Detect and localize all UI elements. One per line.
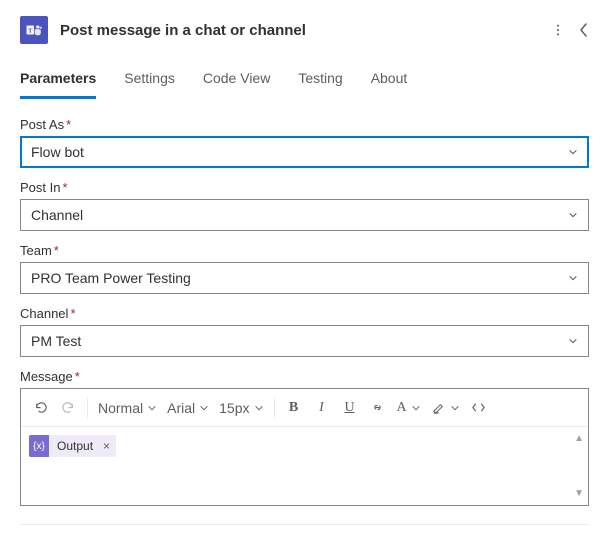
post-in-select[interactable]: Channel <box>20 199 589 231</box>
dynamic-token[interactable]: {x} Output × <box>29 435 116 457</box>
post-in-label: Post In* <box>20 180 589 195</box>
team-value: PRO Team Power Testing <box>31 270 191 286</box>
rte-toolbar: Normal Arial 15px B I U A <box>21 389 588 427</box>
collapse-icon[interactable] <box>579 23 589 37</box>
post-as-value: Flow bot <box>31 144 84 160</box>
link-button[interactable] <box>365 393 391 423</box>
underline-button[interactable]: U <box>337 393 363 423</box>
font-size-select[interactable]: 15px <box>215 393 267 423</box>
chevron-down-icon <box>568 270 578 286</box>
token-icon: {x} <box>29 435 49 457</box>
section-divider <box>20 524 589 525</box>
channel-label: Channel* <box>20 306 589 321</box>
paragraph-style-select[interactable]: Normal <box>94 393 161 423</box>
bold-button[interactable]: B <box>281 393 307 423</box>
undo-button[interactable] <box>27 393 53 423</box>
redo-button[interactable] <box>55 393 81 423</box>
chevron-down-icon <box>568 144 578 160</box>
token-label: Output <box>49 439 101 453</box>
card-title: Post message in a chat or channel <box>60 22 539 39</box>
message-body[interactable]: {x} Output × ▲ ▼ <box>21 427 588 505</box>
message-label: Message* <box>20 369 589 384</box>
chevron-down-icon <box>568 333 578 349</box>
team-select[interactable]: PRO Team Power Testing <box>20 262 589 294</box>
channel-value: PM Test <box>31 333 81 349</box>
scroll-down-icon: ▼ <box>574 488 584 499</box>
post-in-value: Channel <box>31 207 83 223</box>
font-family-select[interactable]: Arial <box>163 393 213 423</box>
font-color-button[interactable]: A <box>393 393 425 423</box>
token-remove-icon[interactable]: × <box>101 439 116 453</box>
svg-text:T: T <box>28 27 33 34</box>
channel-select[interactable]: PM Test <box>20 325 589 357</box>
tab-settings[interactable]: Settings <box>124 64 175 99</box>
tab-code-view[interactable]: Code View <box>203 64 270 99</box>
teams-icon: T <box>20 16 48 44</box>
highlight-button[interactable] <box>427 393 464 423</box>
post-as-label: Post As* <box>20 117 589 132</box>
scroll-up-icon: ▲ <box>574 433 584 444</box>
italic-button[interactable]: I <box>309 393 335 423</box>
tab-bar: Parameters Settings Code View Testing Ab… <box>0 56 609 99</box>
parameters-panel: Post As* Flow bot Post In* Channel Team*… <box>0 99 609 506</box>
tab-testing[interactable]: Testing <box>298 64 342 99</box>
card-header: T Post message in a chat or channel <box>0 0 609 56</box>
message-editor: Normal Arial 15px B I U A {x} Output × ▲ <box>20 388 589 506</box>
tab-parameters[interactable]: Parameters <box>20 64 96 99</box>
code-view-button[interactable] <box>466 393 492 423</box>
team-label: Team* <box>20 243 589 258</box>
chevron-down-icon <box>568 207 578 223</box>
post-as-select[interactable]: Flow bot <box>20 136 589 168</box>
more-menu-icon[interactable] <box>551 23 565 37</box>
tab-about[interactable]: About <box>371 64 408 99</box>
